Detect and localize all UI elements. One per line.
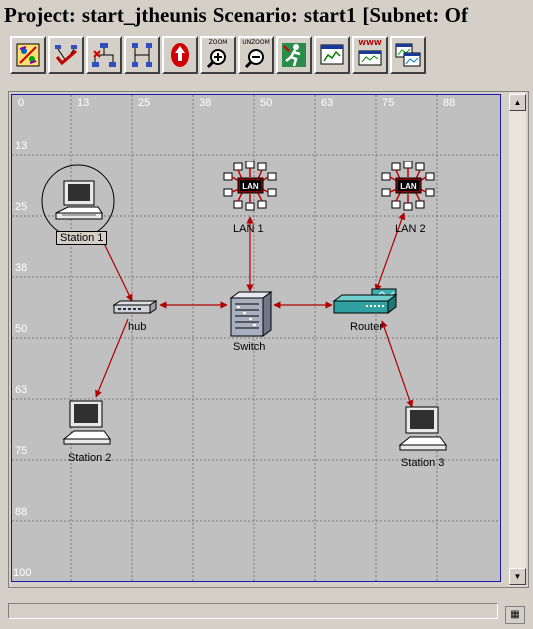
check-links-icon	[55, 45, 77, 66]
horizontal-scrollbar[interactable]	[8, 603, 498, 619]
run-simulation-button[interactable]	[276, 36, 312, 74]
scenario-name: start1	[303, 3, 357, 27]
node-station-3[interactable]	[398, 405, 448, 451]
hub-label: hub	[128, 321, 147, 333]
unzoom-button[interactable]: UNZOOM	[238, 36, 274, 74]
vertical-scrollbar[interactable]: ▲ ▼	[509, 92, 526, 586]
parent-subnet-icon	[171, 43, 189, 67]
scroll-up-arrow-icon[interactable]: ▲	[509, 94, 526, 111]
node-station-1[interactable]	[40, 163, 116, 239]
animation-viewer-button[interactable]	[390, 36, 426, 74]
workstation-icon	[398, 406, 447, 451]
node-hub[interactable]	[112, 299, 158, 315]
station-1-label: Station 1	[56, 231, 108, 245]
project-label: Project:	[4, 3, 76, 27]
toolbar: ZOOM UNZOOM WWW	[10, 36, 426, 82]
lan-cloud-icon: LAN	[381, 160, 435, 211]
workstation-icon	[41, 164, 115, 238]
graph-windows-icon	[395, 43, 421, 67]
scenario-label: Scenario:	[212, 3, 298, 27]
project-name: start_jtheunis	[81, 3, 207, 27]
www-label: WWW	[358, 39, 382, 47]
project-workspace: 0 13 25 38 50 63 75 88 13 25 38 50 63 75…	[8, 91, 529, 588]
node-switch[interactable]	[229, 290, 273, 338]
lan-badge-text: LAN	[242, 182, 259, 191]
node-lan-2[interactable]: LAN	[380, 160, 438, 213]
node-router[interactable]	[332, 287, 402, 317]
subnet-text: [Subnet: Of	[362, 3, 468, 27]
router-label: Router	[350, 321, 384, 333]
node-station-2[interactable]	[62, 399, 112, 445]
switch-icon	[229, 291, 273, 337]
router-icon	[332, 288, 398, 314]
results-window-icon	[320, 44, 344, 65]
check-links-button[interactable]	[48, 36, 84, 74]
fail-selected-links-button[interactable]	[86, 36, 122, 74]
link-router-station3[interactable]	[380, 320, 414, 408]
go-to-parent-subnet-button[interactable]	[162, 36, 198, 74]
zoom-label: ZOOM	[208, 39, 228, 46]
window-title: Project: start_jtheunis Scenario: start1 [Su…	[0, 0, 533, 30]
lan-1-label: LAN 1	[233, 223, 264, 235]
lan-cloud-icon: LAN	[223, 160, 277, 211]
running-man-icon	[282, 43, 306, 67]
zoom-button[interactable]: ZOOM	[200, 36, 236, 74]
lan-2-label: LAN 2	[395, 223, 426, 235]
station-3-label: Station 3	[401, 457, 445, 469]
view-results-button[interactable]	[314, 36, 350, 74]
link-hub-station2[interactable]	[95, 318, 129, 398]
fail-links-icon	[92, 43, 116, 67]
status-toggle-icon[interactable]: ▦	[505, 606, 525, 624]
hub-icon	[112, 300, 158, 314]
network-canvas[interactable]: 0 13 25 38 50 63 75 88 13 25 38 50 63 75…	[11, 94, 501, 582]
recover-links-icon	[132, 43, 152, 67]
scroll-down-arrow-icon[interactable]: ▼	[509, 568, 526, 585]
web-reports-button[interactable]: WWW	[352, 36, 388, 74]
unzoom-label: UNZOOM	[242, 39, 270, 46]
open-palette-button[interactable]	[10, 36, 46, 74]
palette-icon	[16, 43, 40, 67]
switch-label: Switch	[233, 341, 266, 353]
recover-links-button[interactable]	[124, 36, 160, 74]
node-lan-1[interactable]: LAN	[222, 160, 280, 213]
station-2-label: Station 2	[68, 452, 112, 464]
workstation-icon	[62, 400, 111, 445]
lan-badge-text: LAN	[400, 182, 417, 191]
